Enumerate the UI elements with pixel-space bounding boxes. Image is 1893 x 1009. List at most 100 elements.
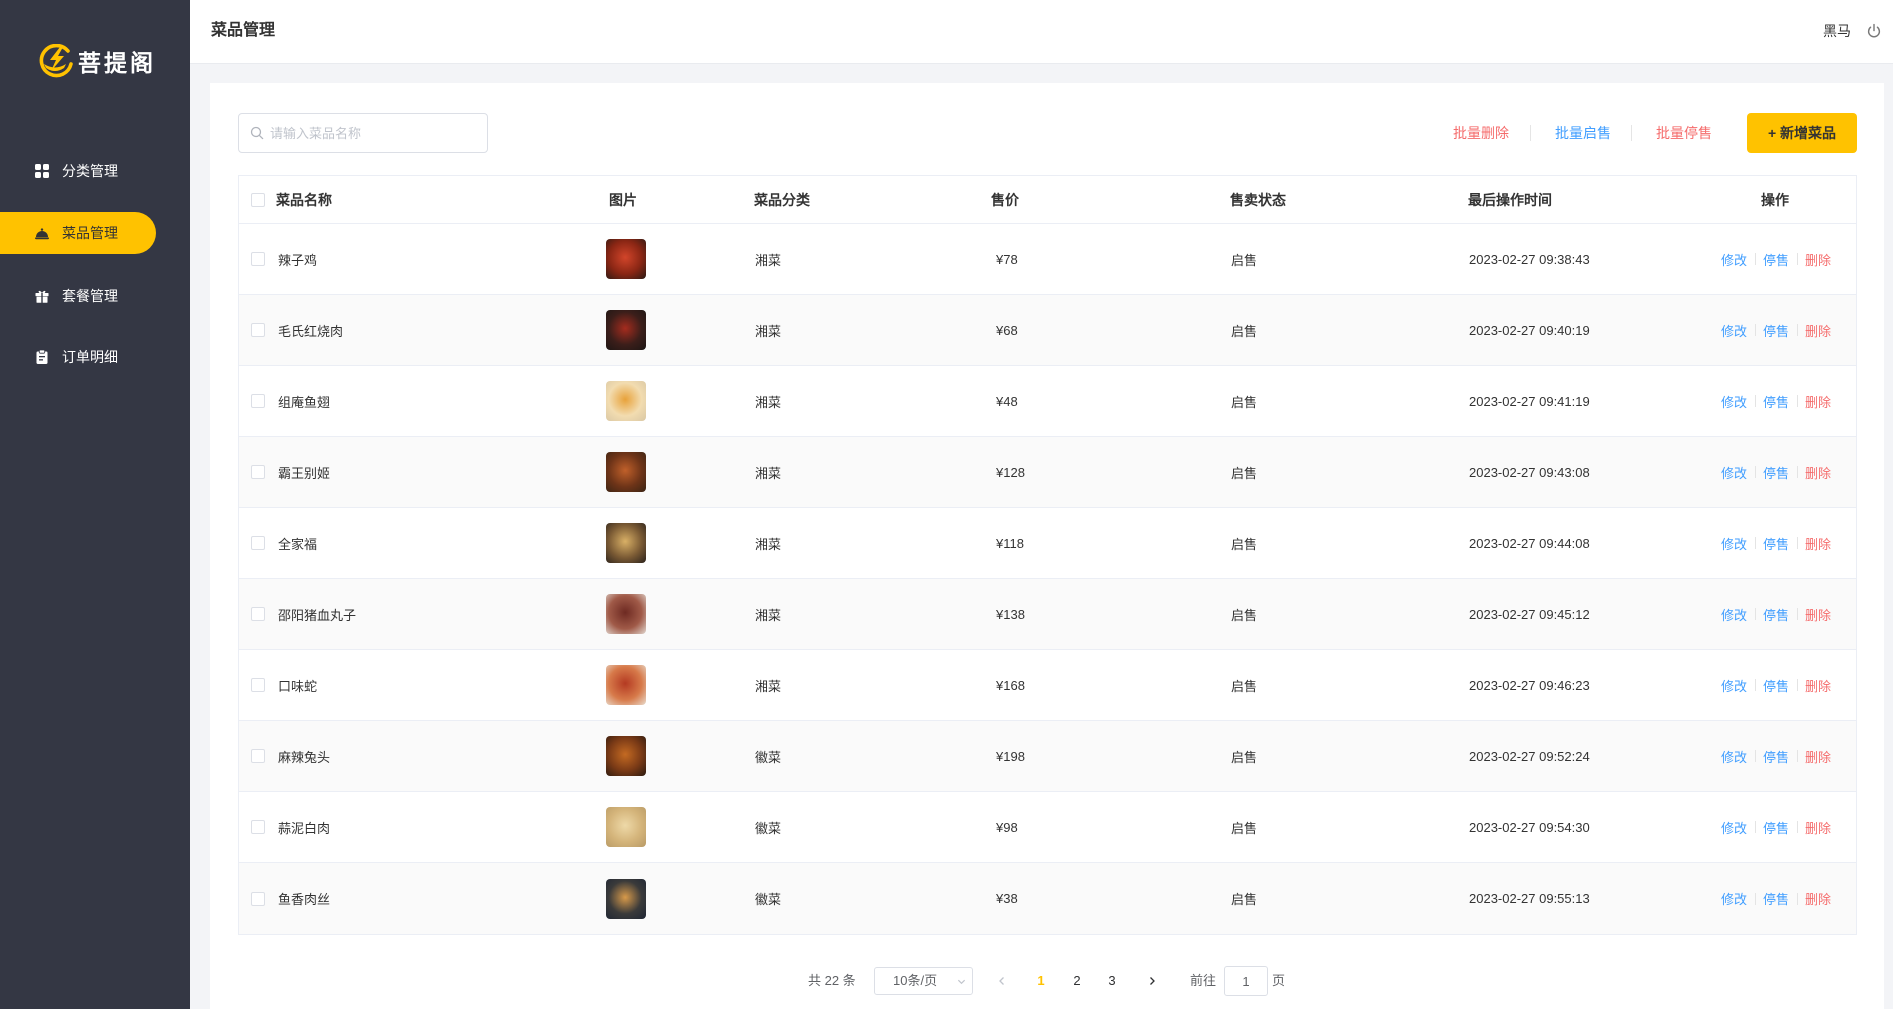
stop-sale-button[interactable]: 停售	[1763, 250, 1789, 269]
dish-updated-time: 2023-02-27 09:44:08	[1469, 535, 1590, 551]
stop-sale-button[interactable]: 停售	[1763, 392, 1789, 411]
stop-sale-button[interactable]: 停售	[1763, 534, 1789, 553]
row-checkbox[interactable]	[251, 820, 265, 834]
edit-button[interactable]: 修改	[1721, 321, 1747, 340]
page-number[interactable]: 1	[1026, 967, 1056, 995]
chevron-right-icon[interactable]	[1137, 967, 1167, 995]
delete-button[interactable]: 删除	[1805, 463, 1831, 482]
edit-button[interactable]: 修改	[1721, 605, 1747, 624]
row-checkbox[interactable]	[251, 678, 265, 692]
action-divider	[1754, 466, 1756, 478]
row-actions: 修改 停售 删除	[1701, 863, 1856, 934]
dish-price: ¥118	[996, 535, 1024, 551]
dish-category: 徽菜	[755, 892, 782, 907]
page-size-select[interactable]: 10条/页	[874, 967, 973, 995]
row-actions: 修改 停售 删除	[1701, 792, 1856, 862]
dish-name: 毛氏红烧肉	[278, 323, 344, 339]
row-check-cell	[239, 366, 276, 436]
add-dish-button[interactable]: + 新增菜品	[1747, 113, 1857, 153]
stop-sale-button[interactable]: 停售	[1763, 676, 1789, 695]
select-all-checkbox[interactable]	[251, 192, 265, 207]
dish-image	[606, 594, 646, 634]
dish-image-cell	[606, 650, 754, 720]
stop-sale-button[interactable]: 停售	[1763, 818, 1789, 837]
edit-button[interactable]: 修改	[1721, 818, 1747, 837]
batch-enable-button[interactable]: 批量启售	[1555, 123, 1611, 143]
row-checkbox[interactable]	[251, 536, 265, 550]
delete-button[interactable]: 删除	[1805, 321, 1831, 340]
edit-button[interactable]: 修改	[1721, 392, 1747, 411]
logo[interactable]: 菩提阁	[35, 44, 156, 78]
action-divider	[1754, 892, 1756, 905]
action-divider	[1754, 537, 1756, 549]
stop-sale-button[interactable]: 停售	[1763, 889, 1789, 908]
dish-status: 启售	[1231, 465, 1258, 481]
sidebar-item-dish[interactable]: 菜品管理	[0, 212, 156, 254]
page-number[interactable]: 2	[1062, 967, 1092, 995]
row-actions: 修改 停售 删除	[1701, 295, 1856, 365]
stop-sale-button[interactable]: 停售	[1763, 605, 1789, 624]
delete-button[interactable]: 删除	[1805, 889, 1831, 908]
stop-sale-button[interactable]: 停售	[1763, 747, 1789, 766]
row-checkbox[interactable]	[251, 465, 265, 479]
delete-button[interactable]: 删除	[1805, 676, 1831, 695]
dish-name: 全家福	[278, 536, 318, 552]
delete-button[interactable]: 删除	[1805, 747, 1831, 766]
edit-button[interactable]: 修改	[1721, 534, 1747, 553]
chevron-left-icon[interactable]	[987, 967, 1017, 995]
delete-button[interactable]: 删除	[1805, 250, 1831, 269]
search-input[interactable]	[270, 114, 480, 152]
delete-button[interactable]: 删除	[1805, 392, 1831, 411]
edit-button[interactable]: 修改	[1721, 889, 1747, 908]
delete-button[interactable]: 删除	[1805, 534, 1831, 553]
search-box[interactable]	[238, 113, 488, 153]
dish-price: ¥168	[996, 677, 1025, 693]
sidebar-item-label: 菜品管理	[62, 225, 118, 241]
sidebar-item-category[interactable]: 分类管理	[0, 150, 156, 192]
dish-price: ¥78	[996, 251, 1018, 267]
stop-sale-button[interactable]: 停售	[1763, 321, 1789, 340]
row-check-cell	[239, 863, 276, 934]
delete-button[interactable]: 删除	[1805, 818, 1831, 837]
user-name[interactable]: 黑马	[1823, 0, 1851, 62]
dish-image	[606, 665, 646, 705]
dish-price: ¥138	[996, 606, 1025, 622]
stop-sale-button[interactable]: 停售	[1763, 463, 1789, 482]
row-checkbox[interactable]	[251, 891, 265, 906]
row-checkbox[interactable]	[251, 394, 265, 408]
sidebar-item-setmeal[interactable]: 套餐管理	[0, 275, 156, 317]
dish-status: 启售	[1231, 749, 1258, 765]
edit-button[interactable]: 修改	[1721, 463, 1747, 482]
column-header-name[interactable]: 菜品名称	[276, 176, 606, 223]
row-checkbox[interactable]	[251, 749, 265, 763]
action-divider	[1796, 608, 1798, 620]
table-header: 菜品名称 图片 菜品分类 售价 售卖状态 最后操作时间 操作	[239, 176, 1856, 224]
dish-price: ¥68	[996, 322, 1018, 338]
batch-disable-button[interactable]: 批量停售	[1656, 123, 1712, 143]
action-divider	[1796, 537, 1798, 549]
dish-image-cell	[606, 863, 754, 934]
row-checkbox[interactable]	[251, 252, 265, 266]
table-body: 辣子鸡 湘菜 ¥78 启售 2023-02-27 09:38:43 修改 停售 …	[239, 224, 1856, 934]
row-actions: 修改 停售 删除	[1701, 366, 1856, 436]
chevron-down-icon	[957, 977, 966, 986]
row-check-cell	[239, 721, 276, 791]
power-icon[interactable]	[1866, 23, 1882, 39]
dish-price: ¥198	[996, 748, 1025, 764]
sidebar-item-order[interactable]: 订单明细	[0, 336, 156, 378]
delete-button[interactable]: 删除	[1805, 605, 1831, 624]
goto-page-input[interactable]	[1224, 966, 1268, 996]
dish-name: 鱼香肉丝	[278, 892, 331, 907]
edit-button[interactable]: 修改	[1721, 250, 1747, 269]
edit-button[interactable]: 修改	[1721, 747, 1747, 766]
batch-delete-button[interactable]: 批量删除	[1453, 123, 1509, 143]
row-actions: 修改 停售 删除	[1701, 224, 1856, 294]
row-checkbox[interactable]	[251, 607, 265, 621]
dish-updated-time: 2023-02-27 09:43:08	[1469, 464, 1590, 480]
dish-updated-time: 2023-02-27 09:52:24	[1469, 748, 1590, 764]
logo-text: 菩提阁	[78, 50, 156, 76]
dish-status: 启售	[1231, 892, 1258, 907]
page-number[interactable]: 3	[1097, 967, 1127, 995]
edit-button[interactable]: 修改	[1721, 676, 1747, 695]
row-checkbox[interactable]	[251, 323, 265, 337]
